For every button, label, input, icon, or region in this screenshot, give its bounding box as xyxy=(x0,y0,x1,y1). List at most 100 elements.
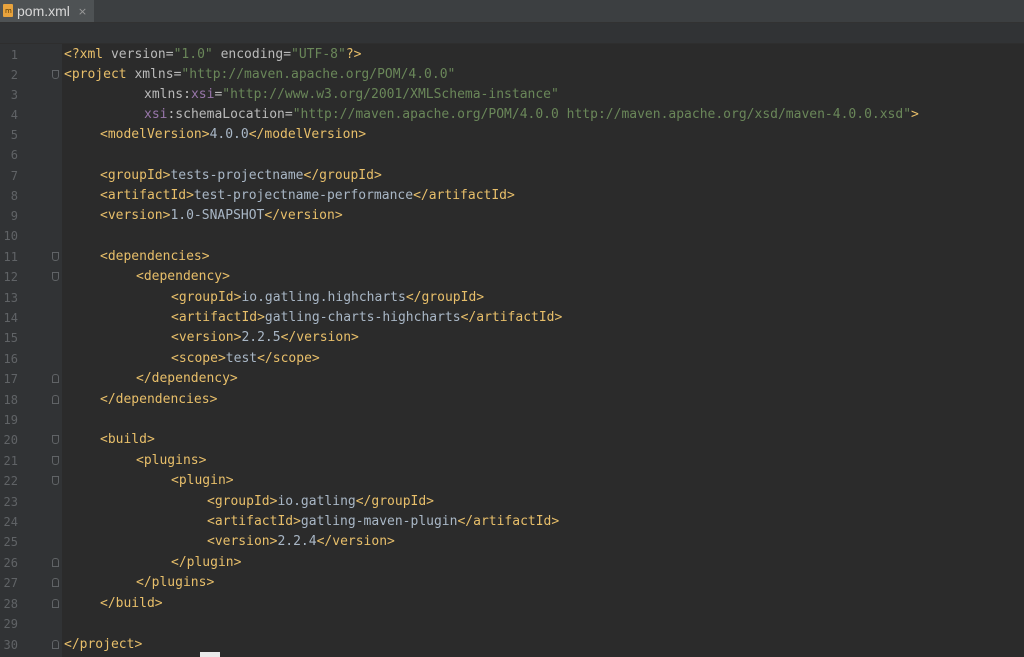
line-number: 29 xyxy=(3,617,18,631)
code-text: </project> xyxy=(64,635,142,655)
attr-value: "1.0" xyxy=(173,47,213,62)
code-text: <groupId>io.gatling</groupId> xyxy=(207,492,434,512)
code-line: 25 <version>2.2.4</version> xyxy=(0,532,1024,552)
tag: <version> xyxy=(207,534,278,549)
namespace: xsi xyxy=(190,87,215,102)
breadcrumb-bar xyxy=(0,23,1024,44)
tag-content: 2.2.5 xyxy=(241,330,281,345)
code-editor[interactable]: 1 <?xml version="1.0" encoding="UTF-8"?>… xyxy=(0,44,1024,657)
code-text: <?xml version="1.0" encoding="UTF-8"?> xyxy=(64,45,361,65)
tag: </project> xyxy=(64,637,143,652)
fold-end-icon[interactable] xyxy=(52,640,59,649)
tag: <artifactId> xyxy=(207,514,301,529)
line-number: 6 xyxy=(10,148,18,162)
tab-pom-xml[interactable]: m pom.xml × xyxy=(0,0,94,22)
line-number: 8 xyxy=(10,189,18,203)
attr-name: xmlns xyxy=(144,87,184,102)
line-number: 18 xyxy=(3,393,18,407)
line-number: 1 xyxy=(10,48,18,62)
code-text: <scope>test</scope> xyxy=(171,349,320,369)
code-line: 27 </plugins> xyxy=(0,573,1024,593)
fold-end-icon[interactable] xyxy=(52,558,59,567)
code-text: </dependency> xyxy=(136,369,238,389)
attr-value: "UTF-8" xyxy=(291,47,346,62)
xml-declaration: <?xml xyxy=(64,47,111,62)
line-number: 14 xyxy=(3,311,18,325)
code-text: <dependencies> xyxy=(100,247,210,267)
fold-icon[interactable] xyxy=(52,456,59,465)
fold-icon[interactable] xyxy=(52,476,59,485)
close-icon[interactable]: × xyxy=(78,5,87,18)
fold-icon[interactable] xyxy=(52,435,59,444)
tag-content: io.gatling xyxy=(277,494,356,509)
code-text: <groupId>io.gatling.highcharts</groupId> xyxy=(171,288,484,308)
equals: = xyxy=(283,47,292,62)
code-line: 23 <groupId>io.gatling</groupId> xyxy=(0,492,1024,512)
tag: <project xyxy=(64,67,135,82)
code-line: 20 <build> xyxy=(0,430,1024,450)
fold-icon[interactable] xyxy=(52,70,59,79)
maven-file-icon: m xyxy=(2,4,14,18)
code-line: 2 <project xmlns="http://maven.apache.or… xyxy=(0,65,1024,85)
tag-content: test-projectname-performance xyxy=(193,188,414,203)
code-text: xmlns:xsi="http://www.w3.org/2001/XMLSch… xyxy=(144,85,559,105)
tag: <version> xyxy=(100,208,171,223)
code-line: 6 xyxy=(0,145,1024,165)
code-line: 17 </dependency> xyxy=(0,369,1024,389)
line-number: 16 xyxy=(3,352,18,366)
code-text: <artifactId>test-projectname-performance… xyxy=(100,186,515,206)
fold-end-icon[interactable] xyxy=(52,599,59,608)
fold-end-icon[interactable] xyxy=(52,374,59,383)
line-number: 21 xyxy=(3,454,18,468)
line-number: 10 xyxy=(3,229,18,243)
code-line: 19 xyxy=(0,410,1024,430)
tag-content: test xyxy=(225,351,258,366)
fold-end-icon[interactable] xyxy=(52,395,59,404)
tag: </plugins> xyxy=(136,575,215,590)
tag: </artifactId> xyxy=(460,310,563,325)
attr-name: encoding xyxy=(220,47,284,62)
tag-content: 1.0-SNAPSHOT xyxy=(170,208,265,223)
code-line: 9 <version>1.0-SNAPSHOT</version> xyxy=(0,206,1024,226)
tag: <groupId> xyxy=(171,290,242,305)
code-text: <modelVersion>4.0.0</modelVersion> xyxy=(100,125,366,145)
code-text: <plugin> xyxy=(171,471,234,491)
tag: </groupId> xyxy=(405,290,485,305)
fold-end-icon[interactable] xyxy=(52,578,59,587)
equals: = xyxy=(284,107,293,122)
attr-value: "http://maven.apache.org/POM/4.0.0 http:… xyxy=(292,107,912,122)
fold-icon[interactable] xyxy=(52,252,59,261)
code-line: 12 <dependency> xyxy=(0,267,1024,287)
code-line: 1 <?xml version="1.0" encoding="UTF-8"?> xyxy=(0,45,1024,65)
mouse-cursor xyxy=(200,652,220,657)
code-text: </dependencies> xyxy=(100,390,217,410)
tag-content: 2.2.4 xyxy=(277,534,317,549)
line-number: 25 xyxy=(3,535,18,549)
tag: <dependency> xyxy=(136,269,230,284)
line-number: 26 xyxy=(3,556,18,570)
code-line: 13 <groupId>io.gatling.highcharts</group… xyxy=(0,288,1024,308)
code-text: <plugins> xyxy=(136,451,206,471)
tag: </version> xyxy=(264,208,343,223)
tag: </version> xyxy=(280,330,359,345)
code-line: 30 </project> xyxy=(0,635,1024,655)
tag: </artifactId> xyxy=(413,188,515,203)
line-number: 23 xyxy=(3,495,18,509)
tag: </plugin> xyxy=(171,555,242,570)
tag: <scope> xyxy=(171,351,226,366)
line-number: 28 xyxy=(3,597,18,611)
code-line: 29 xyxy=(0,614,1024,634)
editor-tab-bar: m pom.xml × xyxy=(0,0,1024,23)
tag-end: > xyxy=(911,107,919,122)
tag-content: gatling-charts-highcharts xyxy=(264,310,461,325)
line-number: 12 xyxy=(3,270,18,284)
fold-icon[interactable] xyxy=(52,272,59,281)
code-text: <artifactId>gatling-maven-plugin</artifa… xyxy=(207,512,559,532)
tag: <artifactId> xyxy=(100,188,194,203)
tag: <build> xyxy=(100,432,155,447)
tag: <groupId> xyxy=(100,168,171,183)
code-text: </plugins> xyxy=(136,573,214,593)
line-number: 2 xyxy=(10,68,18,82)
tag: <version> xyxy=(171,330,242,345)
tag: <artifactId> xyxy=(171,310,265,325)
